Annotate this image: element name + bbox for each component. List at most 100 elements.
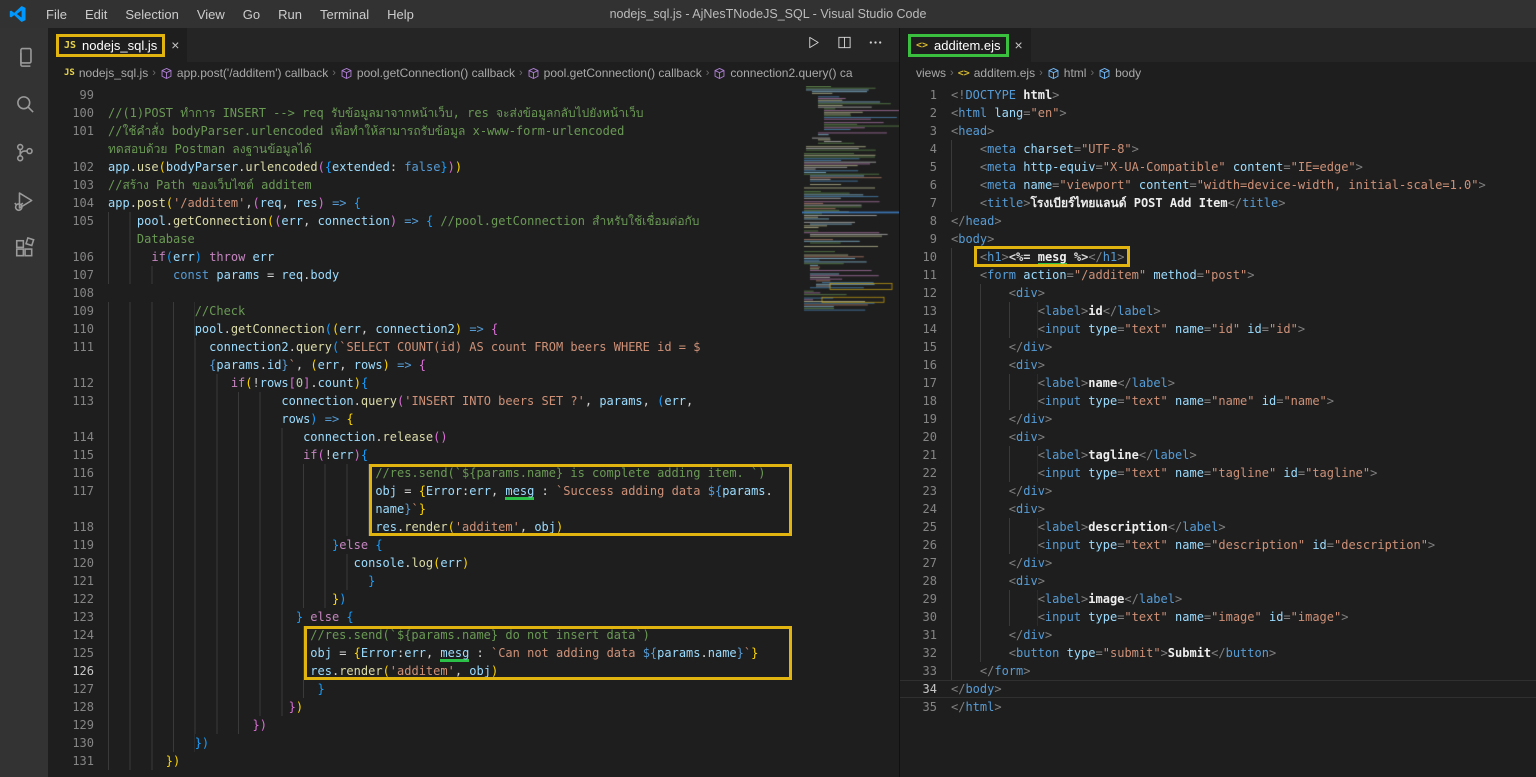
line-number: 106 [72,250,94,264]
code-line: 104 app. post('/additem',(req, res) => { [48,194,802,212]
breadcrumb-item[interactable]: views [916,66,946,80]
line-number: 131 [72,754,94,768]
ejs-file-icon: <> [916,39,929,51]
code-line: 115 if(! err){ [48,446,802,464]
line-number: 18 [922,394,937,408]
breadcrumb-item[interactable]: body [1098,66,1141,80]
code-line: 105 pool. getConnection((err, connection) … [48,212,802,230]
line-number: 21 [922,448,937,462]
line-number: 25 [922,520,937,534]
breadcrumb-item[interactable]: connection2.query() ca [713,66,853,80]
window-title: nodejs_sql.js - AjNesTNodeJS_SQL - Visua… [609,7,927,21]
breadcrumb-item[interactable]: <> additem.ejs [958,66,1035,80]
breadcrumb-item[interactable]: html [1047,66,1086,80]
code-line: 113 connection. query('INSERT INTO beers S… [48,392,802,410]
line-number: 32 [922,646,937,660]
menu-view[interactable]: View [188,7,234,22]
line-number: 112 [72,376,94,390]
code-line: 106 if(err) throw err [48,248,802,266]
menu-selection[interactable]: Selection [116,7,187,22]
line-number: 9 [929,232,937,246]
breadcrumb-item[interactable]: pool.getConnection() callback [340,66,515,80]
code-line: 121} [48,572,802,590]
line-number: 107 [72,268,94,282]
code-line: 103//สร้าง Path ของเว็บไซต์ additem [48,176,802,194]
code-line: 116//res.send(`${params.name} is complet… [48,464,802,482]
line-number: 114 [72,430,94,444]
run-and-debug-icon[interactable] [0,176,48,224]
code-line: 14 < input type = "text" name = "id" id = "id" > [900,320,1536,338]
menu-file[interactable]: File [37,7,76,22]
title-bar: File Edit Selection View Go Run Terminal Help n… [0,0,1536,28]
line-number: 109 [72,304,94,318]
line-number: 24 [922,502,937,516]
menu-help[interactable]: Help [378,7,423,22]
extensions-icon[interactable] [0,224,48,272]
tab-additem-ejs[interactable]: <> additem.ejs × [900,28,1031,62]
line-number: 6 [929,178,937,192]
code-line: Database [48,230,802,248]
tab-nodejs-sql-js[interactable]: JS nodejs_sql.js × [48,28,188,62]
line-number: 119 [72,538,94,552]
code-line: 124//res.send(`${params.name} do not ins… [48,626,802,644]
menu-edit[interactable]: Edit [76,7,116,22]
code-line: 19 </div > [900,410,1536,428]
line-number: 113 [72,394,94,408]
code-line: 33 </form > [900,662,1536,680]
menu-terminal[interactable]: Terminal [311,7,378,22]
breadcrumb-item[interactable]: JS nodejs_sql.js [64,66,148,80]
line-number: 108 [72,286,94,300]
code-line: 32 < button type = "submit" > Submit </button > [900,644,1536,662]
code-line: 24 < div > [900,500,1536,518]
line-number: 100 [72,106,94,120]
vscode-logo-icon [9,6,26,22]
code-line: 99 [48,86,802,104]
code-line: 22 < input type = "text" name = "tagline" id = "… [900,464,1536,482]
line-number: 35 [922,700,937,714]
code-line: 16 < div > [900,356,1536,374]
line-number: 19 [922,412,937,426]
breadcrumb: JS nodejs_sql.js › app.post('/additem') cal… [48,62,899,84]
code-line: 110 pool. getConnection((err, connection2)… [48,320,802,338]
vscode-window: File Edit Selection View Go Run Terminal Help n… [0,0,1536,777]
activity-bar [0,28,48,777]
code-line: 11 < form action = "/additem" method = "post" > [900,266,1536,284]
line-number: 16 [922,358,937,372]
line-number: 120 [72,556,94,570]
code-line: 1 <! DOCTYPE html > [900,86,1536,104]
breadcrumb-item[interactable]: app.post('/additem') callback [160,66,328,80]
line-number: 116 [72,466,94,480]
line-number: 34 [922,682,937,696]
menu-bar: File Edit Selection View Go Run Terminal Help [37,7,423,22]
line-number: 14 [922,322,937,336]
code-line: name} `} [48,500,802,518]
explorer-icon[interactable] [0,32,48,80]
menu-go[interactable]: Go [234,7,269,22]
line-number: 4 [929,142,937,156]
tab-label: additem.ejs [934,37,1001,53]
line-number: 31 [922,628,937,642]
run-icon[interactable] [806,35,821,55]
line-number: 10 [922,250,937,264]
close-tab-icon[interactable]: × [1015,37,1023,53]
breadcrumb-separator: › [1039,67,1043,79]
code-line: 12 < div > [900,284,1536,302]
code-line: 127} [48,680,802,698]
code-line: 114 connection. release() [48,428,802,446]
more-icon[interactable] [868,35,883,55]
split-icon[interactable] [837,35,852,55]
code-line: 125 obj = {Error: err, mesg : `Can not add… [48,644,802,662]
close-tab-icon[interactable]: × [171,37,179,53]
code-line: 126 res. render('additem', obj) [48,662,802,680]
line-number: 104 [72,196,94,210]
line-number: 127 [72,682,94,696]
code-area[interactable]: 1 <! DOCTYPE html >2 < html lang = "en" >3 < head >… [900,86,1536,777]
code-area[interactable]: 99 100//(1)POST ทำการ INSERT --> req รับข… [48,86,802,777]
source-control-icon[interactable] [0,128,48,176]
code-line: 118 res. render('additem', obj) [48,518,802,536]
search-icon[interactable] [0,80,48,128]
minimap[interactable] [802,86,899,777]
code-line: 23 </div > [900,482,1536,500]
breadcrumb-item[interactable]: pool.getConnection() callback [527,66,702,80]
menu-run[interactable]: Run [269,7,311,22]
